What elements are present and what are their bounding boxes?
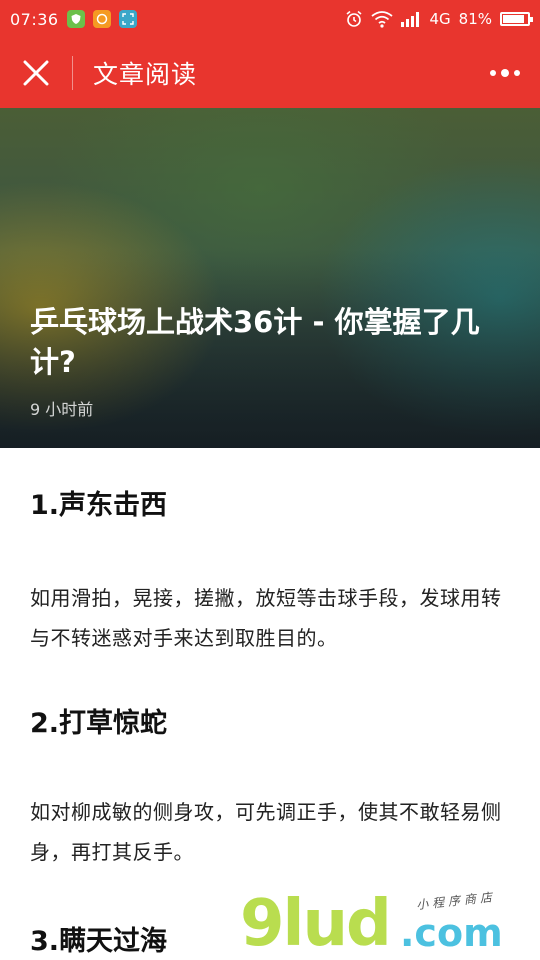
close-icon [23, 60, 49, 86]
hero-content: 乒乓球场上战术36计 - 你掌握了几计? 9 小时前 [30, 302, 516, 420]
watermark-main: 9lud [240, 887, 392, 960]
section-title: 2.打草惊蛇 [30, 708, 168, 739]
section-title: 1.声东击西 [30, 490, 168, 521]
nav-bar: 文章阅读 [0, 38, 540, 108]
status-time: 07:36 [10, 9, 59, 29]
article-time: 9 小时前 [30, 400, 94, 419]
more-icon-dot [501, 69, 509, 77]
battery-fill [503, 15, 525, 23]
battery-percent: 81% [458, 10, 492, 28]
network-type: 4G [429, 10, 451, 28]
watermark-logo: 9lud .com 小程序商店 [240, 888, 540, 960]
signal-icon [401, 12, 420, 27]
app-shield-icon [66, 10, 85, 28]
wifi-icon [371, 11, 394, 28]
nav-divider [72, 56, 73, 90]
alarm-icon [346, 10, 362, 27]
watermark-dotcom: .com [400, 911, 503, 955]
section-title: 3.瞒天过海 [30, 926, 168, 957]
section-paragraph: 如用滑拍，晃接，搓撇，放短等击球手段，发球用转与不转迷惑对手来达到取胜目的。 [30, 586, 502, 650]
battery-icon [500, 12, 533, 26]
article-title: 乒乓球场上战术36计 - 你掌握了几计? [30, 305, 480, 379]
article-hero: 乒乓球场上战术36计 - 你掌握了几计? 9 小时前 [0, 108, 540, 448]
more-button[interactable] [470, 38, 540, 108]
close-button[interactable] [0, 38, 72, 108]
more-icon-dot [514, 70, 520, 76]
section-paragraph: 如对柳成敏的侧身攻，可先调正手，使其不敢轻易侧身，再打其反手。 [30, 800, 502, 864]
page-title: 文章阅读 [93, 60, 198, 89]
watermark-sub: 小程序商店 [415, 889, 497, 913]
app-scan-icon [118, 10, 137, 28]
status-bar: 07:36 4G 81% [0, 0, 540, 38]
more-icon-dot [490, 70, 496, 76]
app-orange-icon [92, 10, 111, 28]
